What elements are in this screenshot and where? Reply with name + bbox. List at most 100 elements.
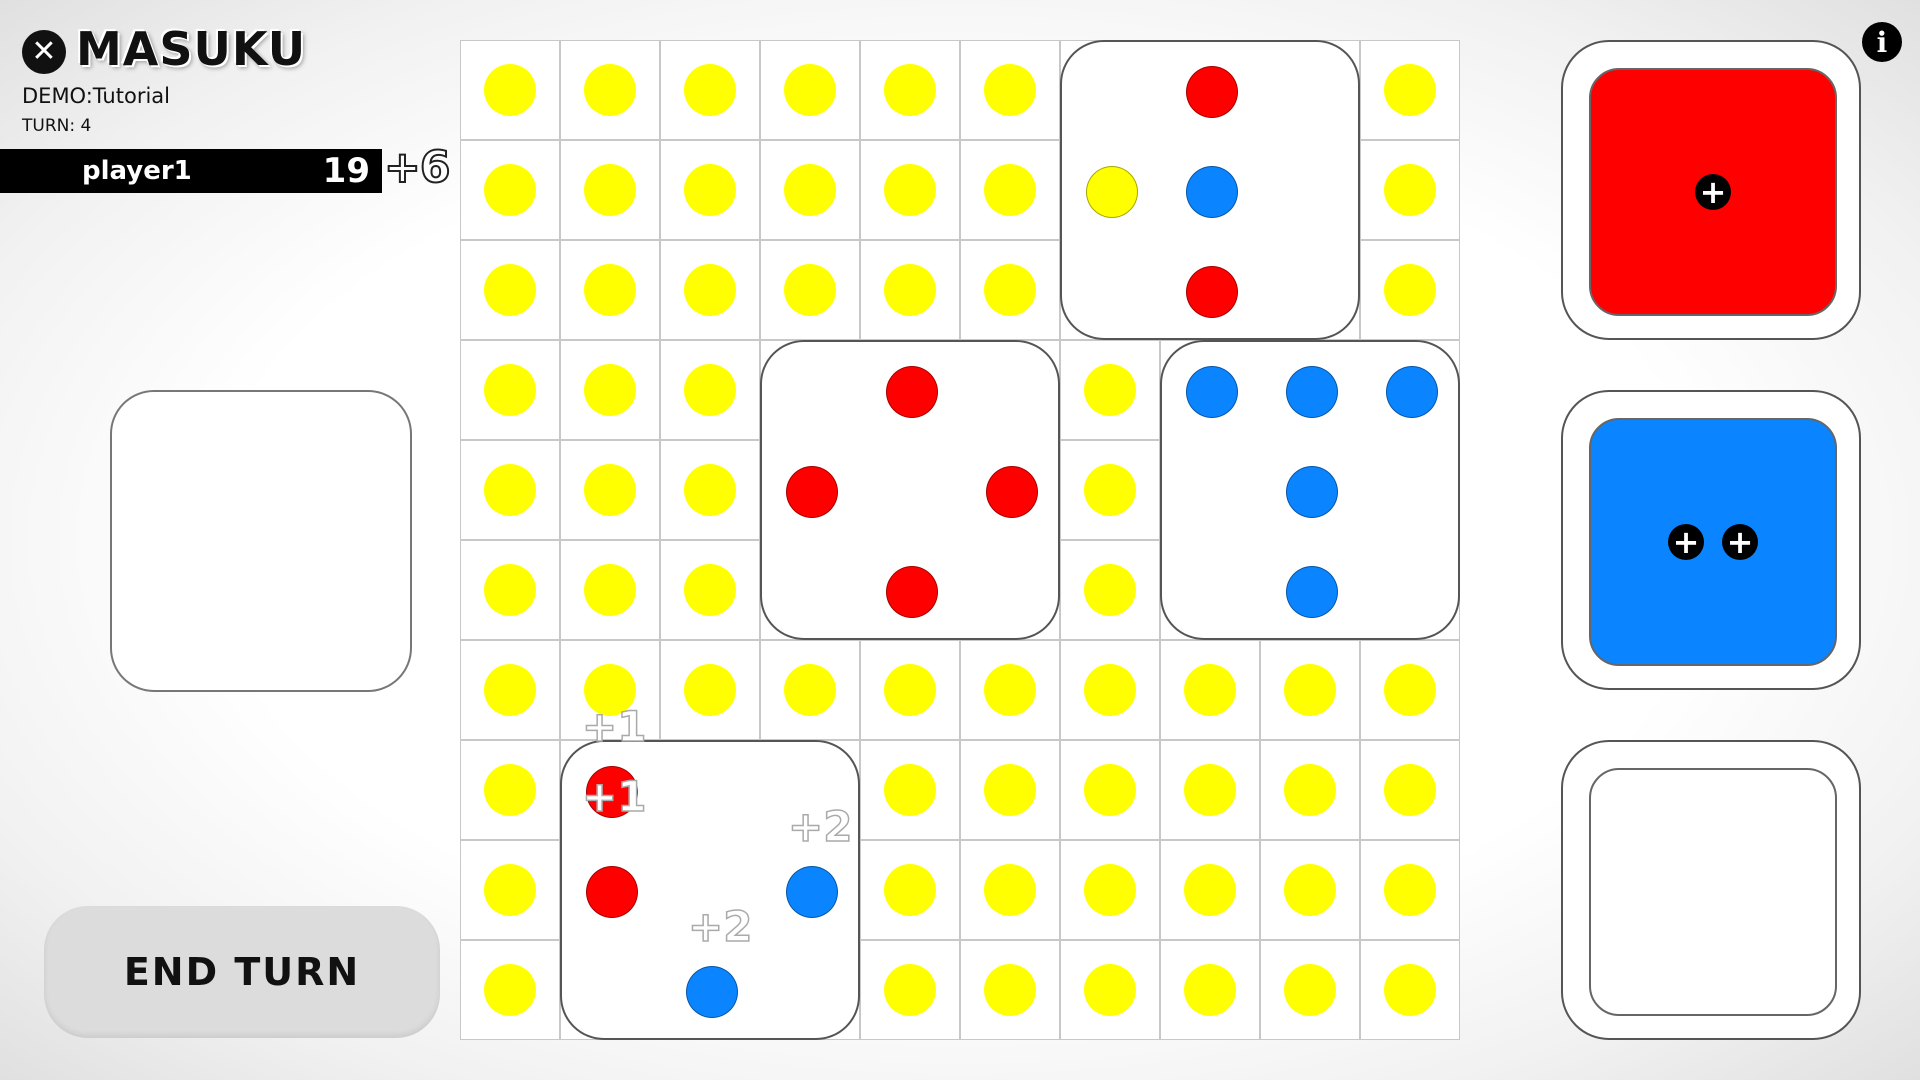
- board-cell[interactable]: [960, 940, 1060, 1040]
- board-cell[interactable]: [560, 540, 660, 640]
- board-cell[interactable]: [460, 340, 560, 440]
- board-cell[interactable]: [1260, 640, 1360, 740]
- die-blue[interactable]: + +: [1561, 390, 1861, 690]
- die-empty[interactable]: [1561, 740, 1861, 1040]
- board-cell[interactable]: [860, 140, 960, 240]
- board-cell[interactable]: [1060, 640, 1160, 740]
- yellow-dot: [1284, 864, 1336, 916]
- tile-top[interactable]: [1060, 40, 1360, 340]
- board-cell[interactable]: [860, 940, 960, 1040]
- board-cell[interactable]: [860, 640, 960, 740]
- board-cell[interactable]: [1060, 940, 1160, 1040]
- end-turn-button[interactable]: END TURN: [44, 906, 440, 1038]
- close-icon[interactable]: ✕: [22, 30, 66, 74]
- board-cell[interactable]: [760, 40, 860, 140]
- board-cell[interactable]: [960, 40, 1060, 140]
- board-cell[interactable]: [960, 740, 1060, 840]
- yellow-dot: [1384, 664, 1436, 716]
- die-red[interactable]: +: [1561, 40, 1861, 340]
- yellow-dot: [484, 464, 536, 516]
- board-cell[interactable]: [460, 140, 560, 240]
- tile-middle-left[interactable]: [760, 340, 1060, 640]
- blue-pip: [1286, 566, 1338, 618]
- board-cell[interactable]: [1060, 840, 1160, 940]
- board-cell[interactable]: [1360, 640, 1460, 740]
- board-cell[interactable]: [560, 240, 660, 340]
- board-cell[interactable]: [1260, 940, 1360, 1040]
- board-cell[interactable]: [860, 840, 960, 940]
- board-cell[interactable]: [1160, 740, 1260, 840]
- board-cell[interactable]: [460, 740, 560, 840]
- game-board[interactable]: +1 +1 +2 +2: [460, 40, 1460, 1040]
- yellow-dot: [684, 364, 736, 416]
- board-cell[interactable]: [1160, 640, 1260, 740]
- plus-icon: +: [1695, 174, 1731, 210]
- yellow-dot: [984, 164, 1036, 216]
- board-cell[interactable]: [660, 440, 760, 540]
- board-cell[interactable]: [960, 640, 1060, 740]
- board-cell[interactable]: [660, 640, 760, 740]
- yellow-dot: [1184, 864, 1236, 916]
- board-cell[interactable]: [1060, 440, 1160, 540]
- blue-pip: [686, 966, 738, 1018]
- board-cell[interactable]: [1360, 240, 1460, 340]
- info-icon[interactable]: i: [1862, 22, 1902, 62]
- yellow-dot: [1084, 964, 1136, 1016]
- yellow-dot: [1084, 564, 1136, 616]
- board-cell[interactable]: [760, 240, 860, 340]
- yellow-dot: [484, 64, 536, 116]
- yellow-dot: [584, 64, 636, 116]
- board-cell[interactable]: [660, 340, 760, 440]
- yellow-dot: [1384, 764, 1436, 816]
- red-pip: [586, 866, 638, 918]
- yellow-dot: [684, 464, 736, 516]
- board-cell[interactable]: [960, 240, 1060, 340]
- board-cell[interactable]: [660, 240, 760, 340]
- board-cell[interactable]: [1360, 40, 1460, 140]
- board-cell[interactable]: [1360, 840, 1460, 940]
- board-cell[interactable]: [1060, 340, 1160, 440]
- board-cell[interactable]: [460, 440, 560, 540]
- board-cell[interactable]: [960, 140, 1060, 240]
- board-cell[interactable]: [1160, 840, 1260, 940]
- board-cell[interactable]: [1360, 940, 1460, 1040]
- board-cell[interactable]: [460, 540, 560, 640]
- board-cell[interactable]: [460, 940, 560, 1040]
- yellow-dot: [784, 664, 836, 716]
- board-cell[interactable]: [1060, 540, 1160, 640]
- board-cell[interactable]: [1260, 840, 1360, 940]
- board-cell[interactable]: [660, 140, 760, 240]
- board-cell[interactable]: [660, 540, 760, 640]
- board-cell[interactable]: [1360, 740, 1460, 840]
- board-cell[interactable]: [1060, 740, 1160, 840]
- yellow-dot: [584, 264, 636, 316]
- red-pip: [786, 466, 838, 518]
- yellow-dot: [984, 264, 1036, 316]
- board-cell[interactable]: [760, 640, 860, 740]
- board-cell[interactable]: [860, 740, 960, 840]
- board-cell[interactable]: [560, 140, 660, 240]
- board-cell[interactable]: [860, 40, 960, 140]
- board-cell[interactable]: [460, 840, 560, 940]
- tile-middle-right[interactable]: [1160, 340, 1460, 640]
- yellow-dot: [884, 964, 936, 1016]
- board-cell[interactable]: [460, 640, 560, 740]
- board-cell[interactable]: [460, 40, 560, 140]
- blue-pip: [1286, 466, 1338, 518]
- game-mode-label: DEMO:Tutorial: [22, 84, 170, 108]
- yellow-dot: [784, 64, 836, 116]
- board-cell[interactable]: [860, 240, 960, 340]
- board-cell[interactable]: [660, 40, 760, 140]
- board-cell[interactable]: [560, 340, 660, 440]
- board-cell[interactable]: [760, 140, 860, 240]
- hold-tile-slot[interactable]: [110, 390, 412, 692]
- board-cell[interactable]: [1260, 740, 1360, 840]
- board-cell[interactable]: [960, 840, 1060, 940]
- board-cell[interactable]: [1360, 140, 1460, 240]
- board-cell[interactable]: [460, 240, 560, 340]
- board-cell[interactable]: [1160, 940, 1260, 1040]
- yellow-dot: [984, 964, 1036, 1016]
- yellow-dot: [684, 64, 736, 116]
- board-cell[interactable]: [560, 40, 660, 140]
- board-cell[interactable]: [560, 440, 660, 540]
